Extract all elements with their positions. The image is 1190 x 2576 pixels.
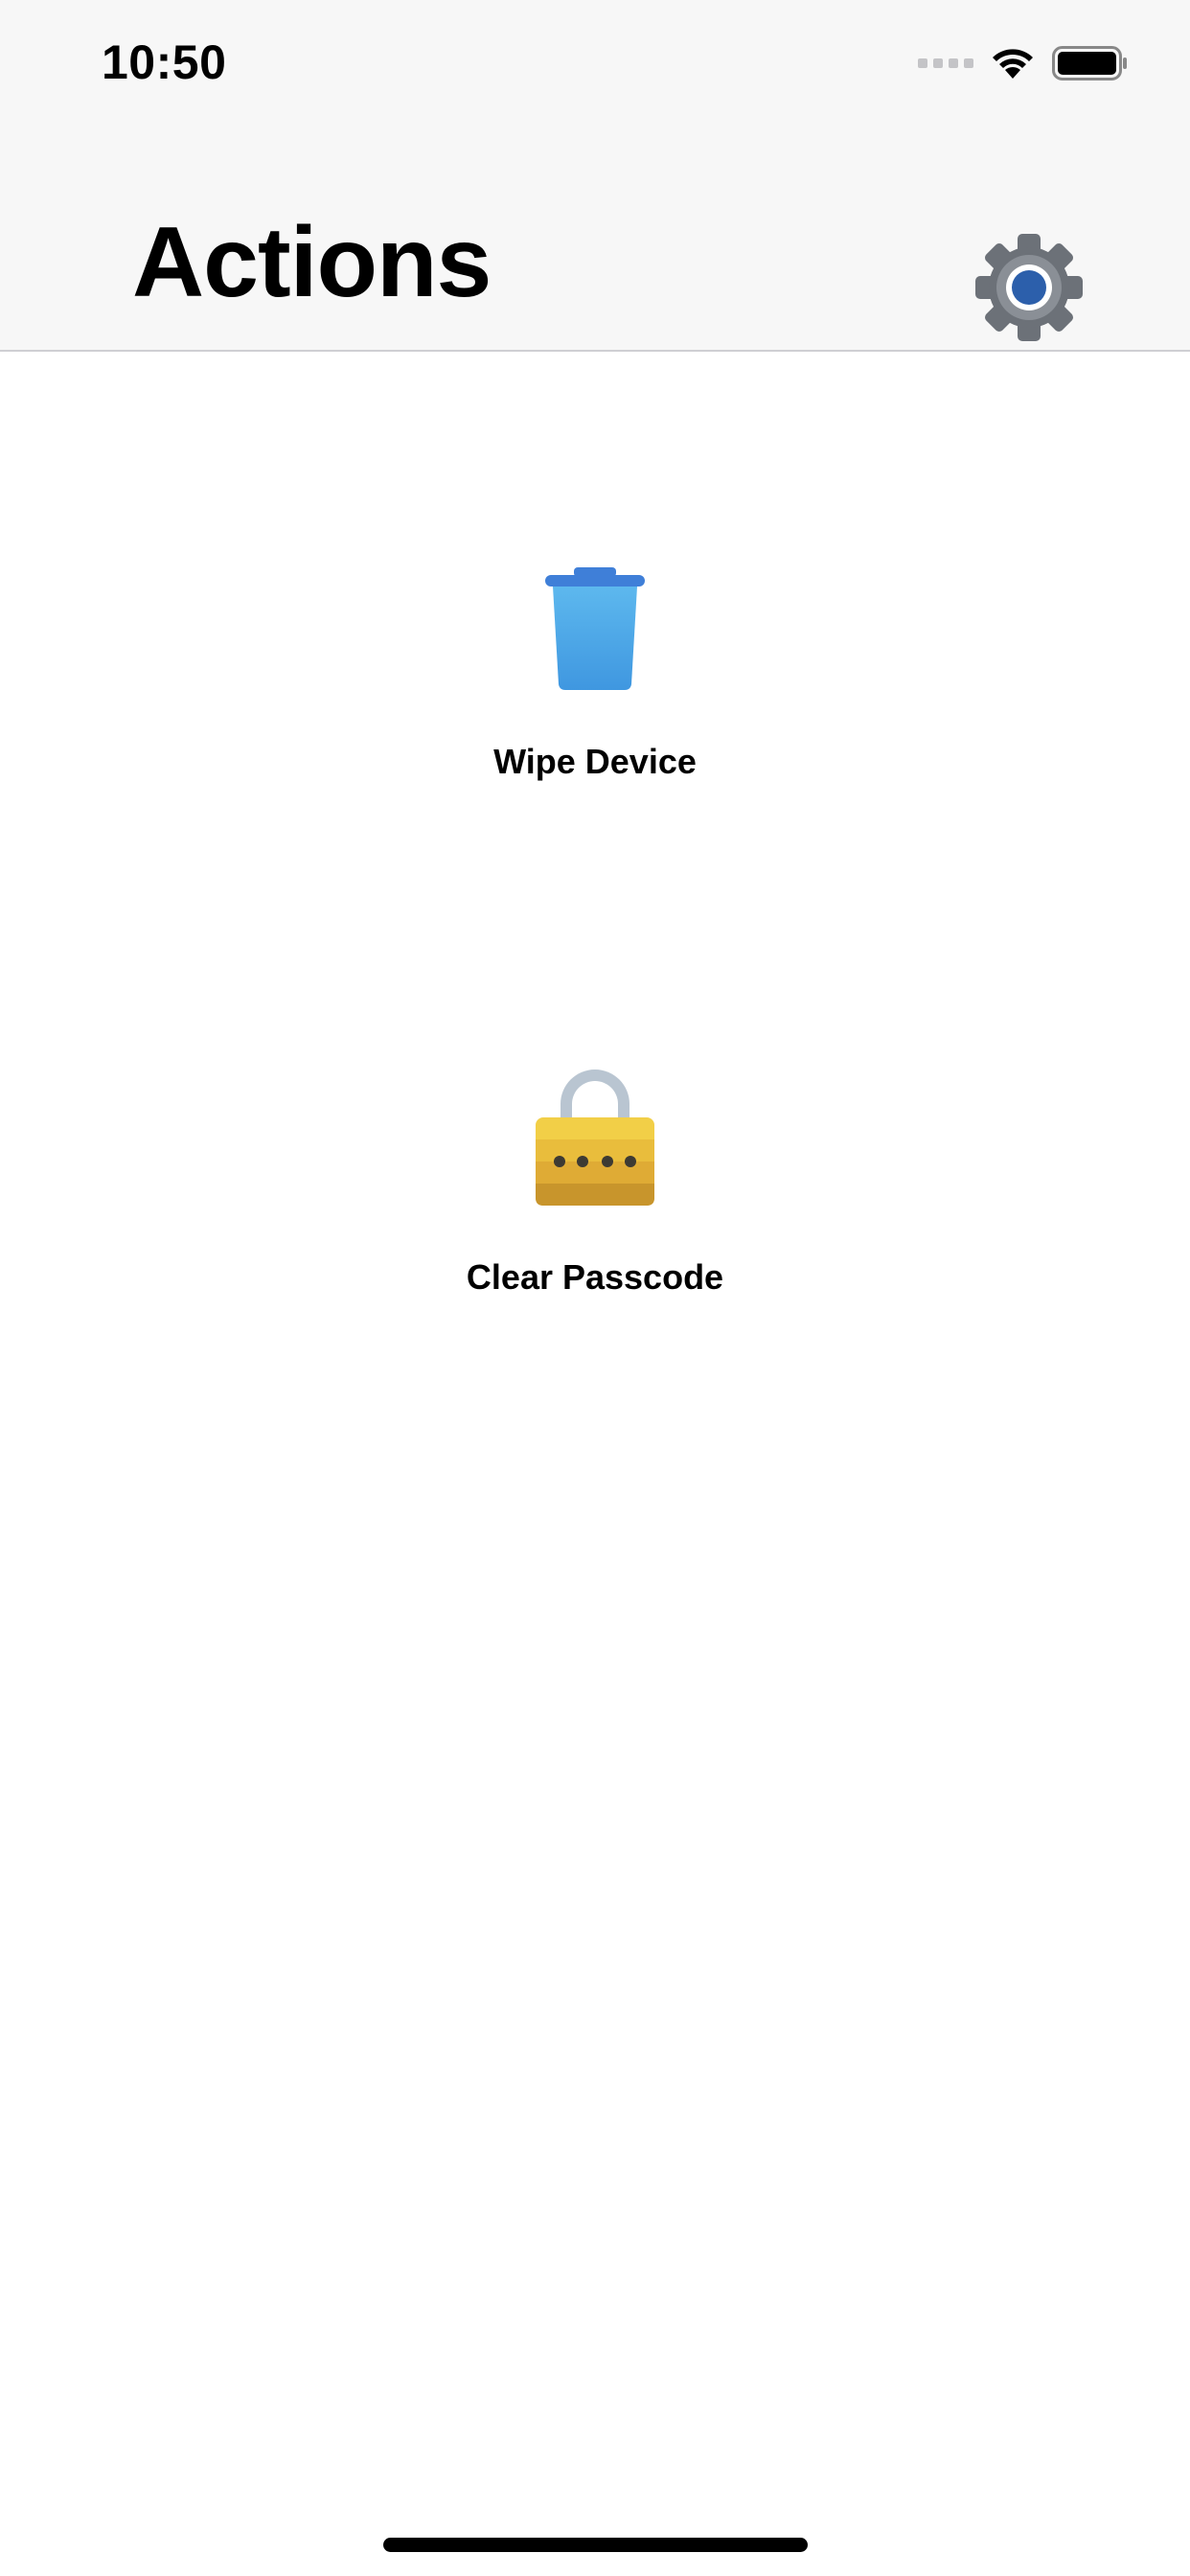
- gear-icon: [975, 234, 1083, 341]
- battery-icon: [1052, 46, 1127, 80]
- clear-passcode-action[interactable]: Clear Passcode: [0, 1066, 1190, 1298]
- home-indicator[interactable]: [383, 2538, 808, 2552]
- navigation-bar: 10:50 Actions: [0, 0, 1190, 352]
- screen: 10:50 Actions Wipe Device Clear Passcode: [0, 0, 1190, 2576]
- wipe-device-action[interactable]: Wipe Device: [0, 565, 1190, 782]
- cellular-signal-icon: [918, 58, 973, 68]
- wipe-device-label: Wipe Device: [493, 742, 697, 781]
- clear-passcode-label: Clear Passcode: [466, 1257, 724, 1297]
- wifi-icon: [993, 49, 1033, 79]
- settings-button[interactable]: [972, 232, 1087, 347]
- status-time: 10:50: [102, 35, 227, 89]
- trash-icon: [545, 567, 645, 690]
- page-title: Actions: [132, 207, 492, 318]
- padlock-icon: [536, 1070, 654, 1206]
- status-icons: [918, 44, 1129, 82]
